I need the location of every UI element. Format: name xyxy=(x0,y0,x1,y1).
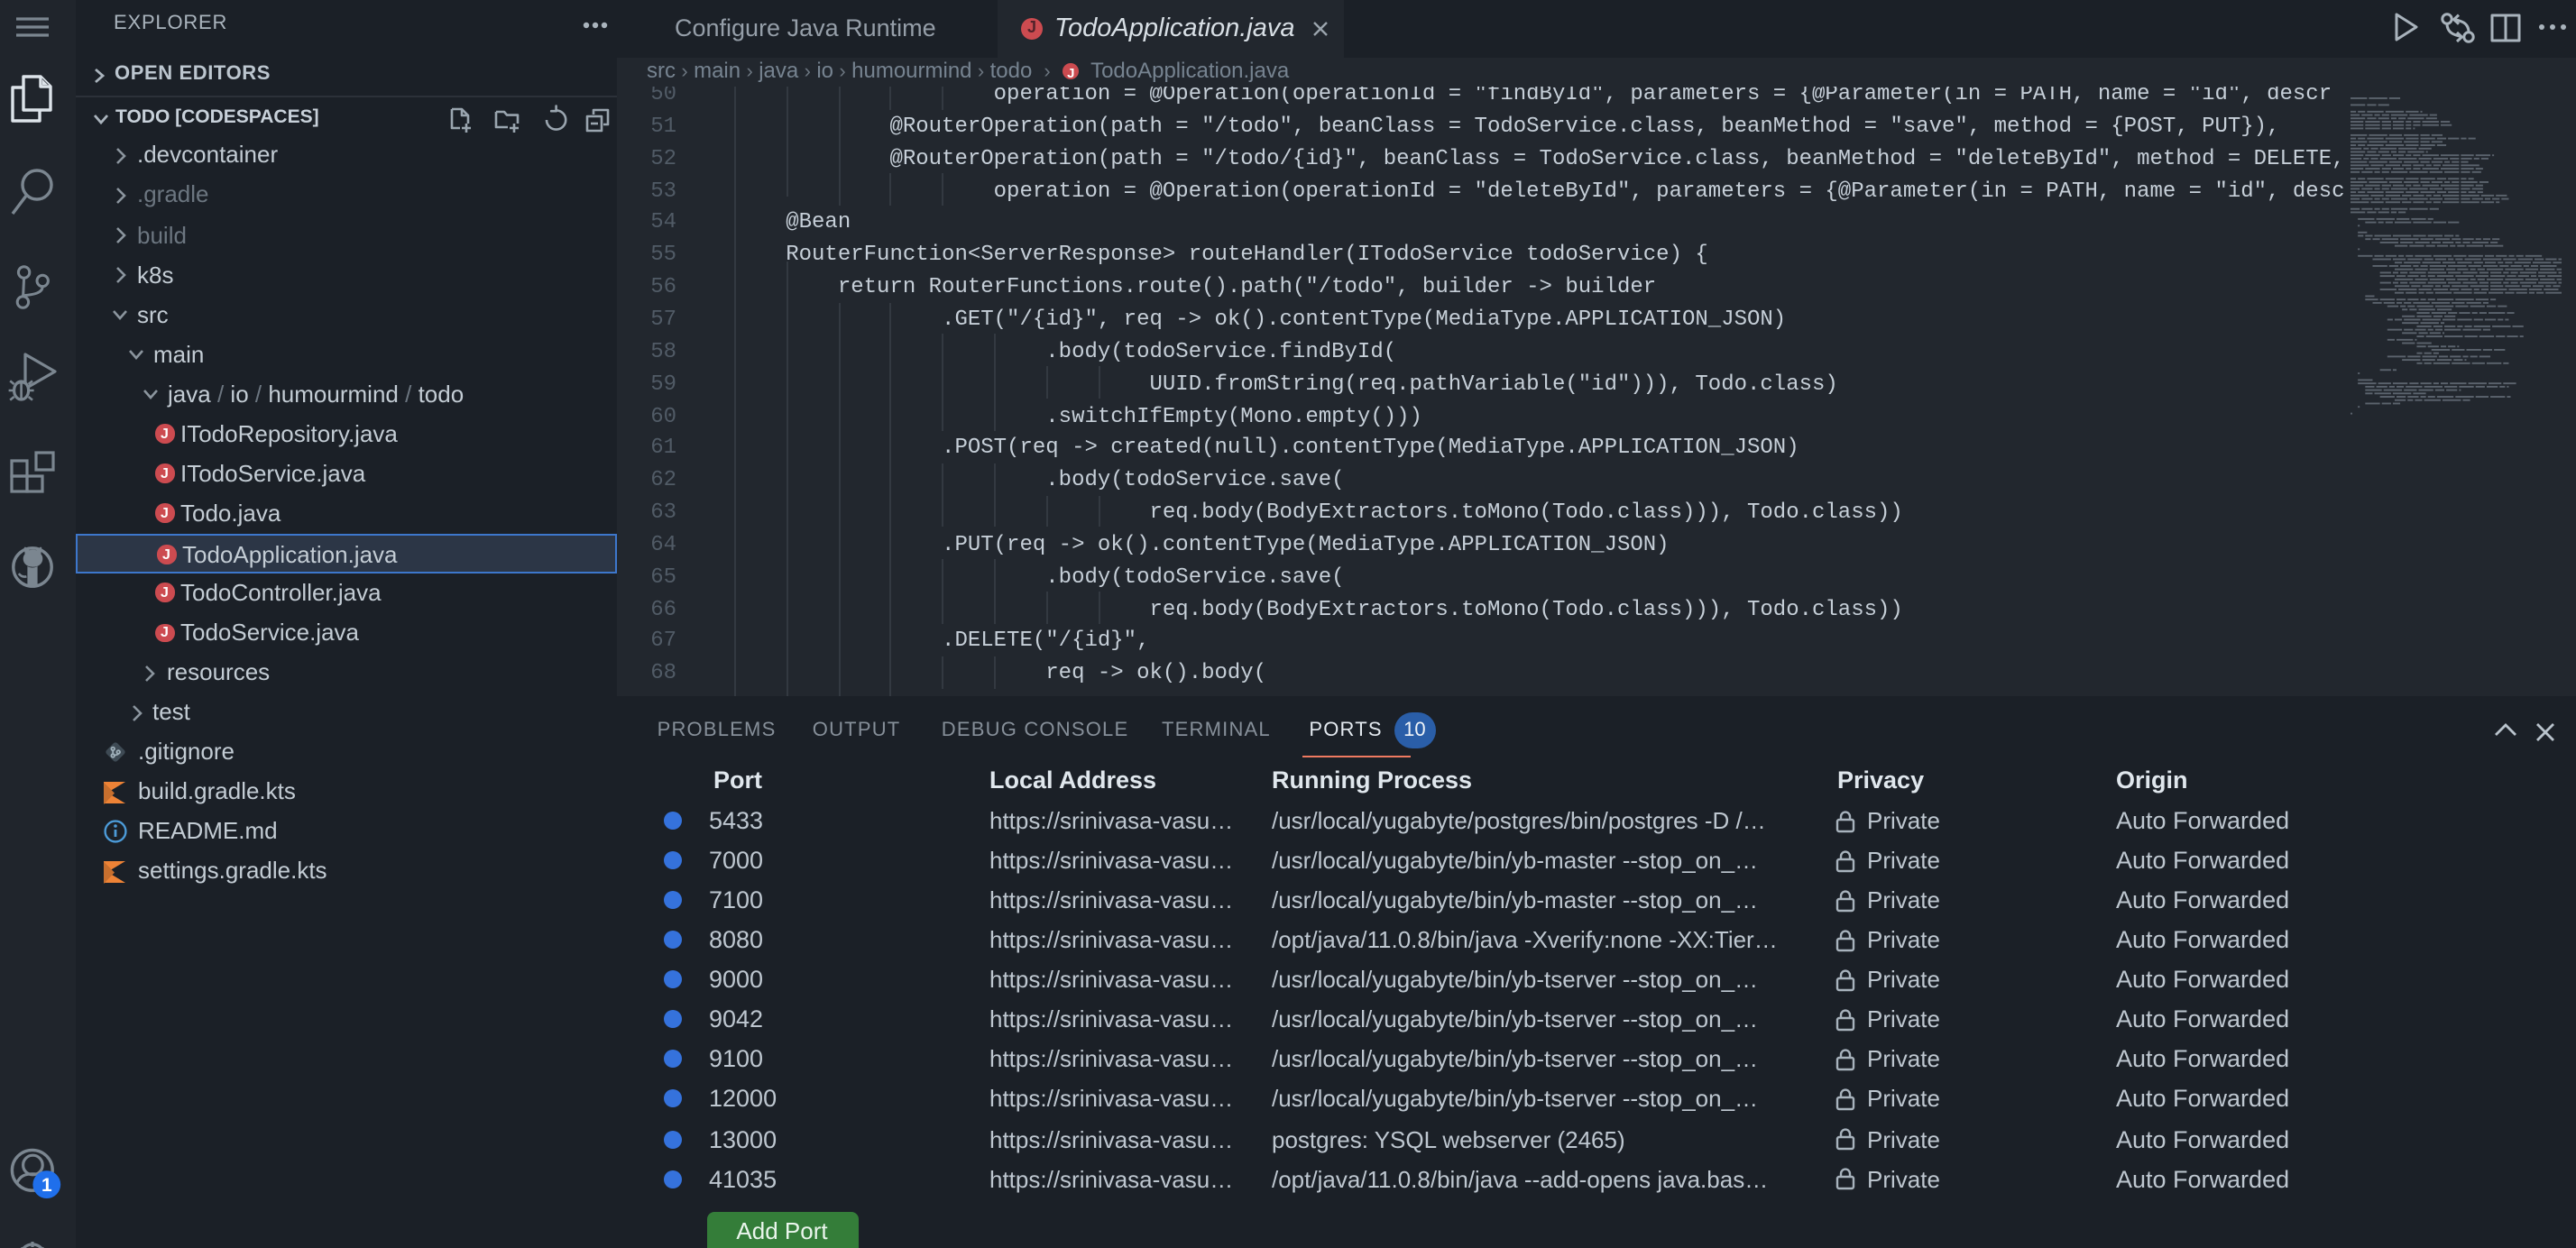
svg-text:1: 1 xyxy=(41,1175,52,1196)
